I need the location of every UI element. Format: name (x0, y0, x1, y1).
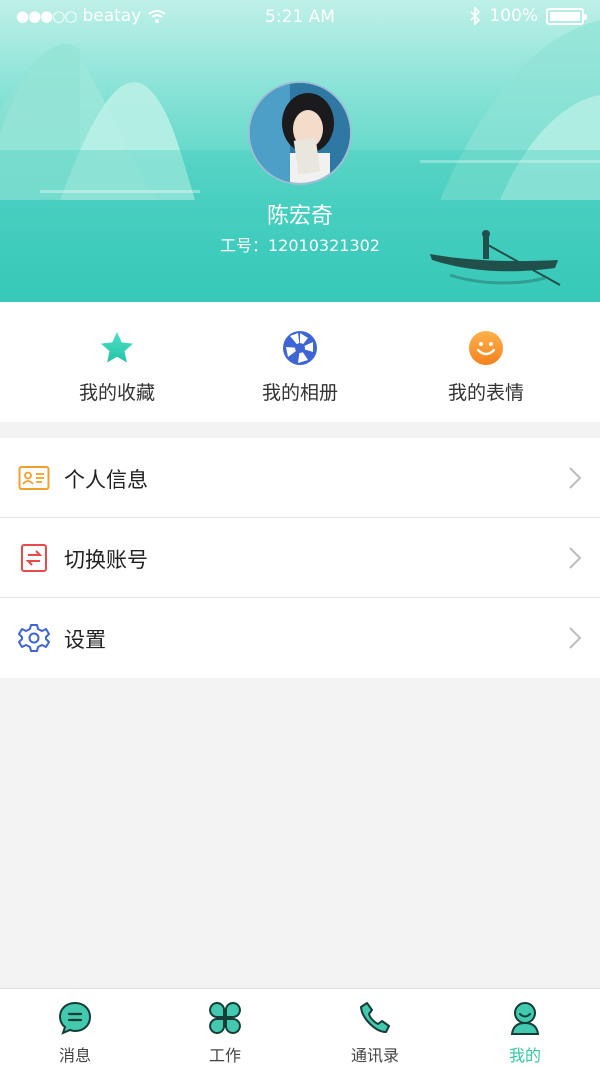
quick-stickers[interactable]: 我的表情 (386, 302, 586, 422)
camera-aperture-icon (283, 331, 317, 365)
menu-item-label: 切换账号 (64, 548, 148, 572)
id-card-icon (18, 466, 50, 490)
menu-item-label: 个人信息 (64, 468, 148, 492)
smiley-icon (469, 331, 503, 365)
quick-favorites[interactable]: 我的收藏 (17, 302, 217, 422)
message-icon (58, 1001, 92, 1035)
chevron-right-icon (569, 547, 582, 569)
avatar[interactable] (248, 81, 352, 185)
bottom-tab-bar: 消息 工作 通讯录 我的 (0, 988, 600, 1067)
quick-favorites-label: 我的收藏 (78, 382, 155, 404)
battery-percent: 100% (489, 6, 538, 26)
menu-item-switch-account[interactable]: 切换账号 (0, 518, 600, 598)
menu-item-personal-info[interactable]: 个人信息 (0, 438, 600, 518)
chevron-right-icon (569, 467, 582, 489)
battery-icon (546, 7, 587, 25)
quick-actions: 我的收藏 我的相册 我的表情 (0, 302, 600, 422)
quick-stickers-label: 我的表情 (447, 382, 524, 404)
quick-album[interactable]: 我的相册 (200, 302, 400, 422)
profile-header: ●●●○○ beatay 5:21 AM 100% 陈宏奇 工号：1201032… (0, 0, 600, 302)
tab-label: 消息 (58, 1046, 91, 1065)
profile-job-number: 工号：12010321302 (220, 236, 380, 255)
bluetooth-icon (470, 7, 481, 25)
person-icon (510, 1002, 540, 1035)
menu-item-label: 设置 (64, 628, 106, 652)
tab-me[interactable]: 我的 (450, 989, 600, 1067)
settings-menu: 个人信息 切换账号 设置 (0, 438, 600, 678)
switch-account-icon (21, 544, 47, 572)
phone-icon (360, 1002, 390, 1033)
tab-label: 工作 (208, 1046, 241, 1065)
star-icon (101, 332, 133, 363)
tab-messages[interactable]: 消息 (0, 989, 150, 1067)
chevron-right-icon (569, 627, 582, 649)
tab-label: 通讯录 (350, 1046, 399, 1065)
quick-album-label: 我的相册 (261, 382, 338, 404)
status-bar: ●●●○○ beatay 5:21 AM 100% (0, 0, 600, 34)
menu-item-settings[interactable]: 设置 (0, 598, 600, 678)
tab-label: 我的 (508, 1046, 541, 1065)
grid-clover-icon (209, 1002, 241, 1034)
profile-name: 陈宏奇 (266, 204, 333, 229)
tab-contacts[interactable]: 通讯录 (300, 989, 450, 1067)
gear-icon (18, 624, 50, 652)
tab-work[interactable]: 工作 (150, 989, 300, 1067)
